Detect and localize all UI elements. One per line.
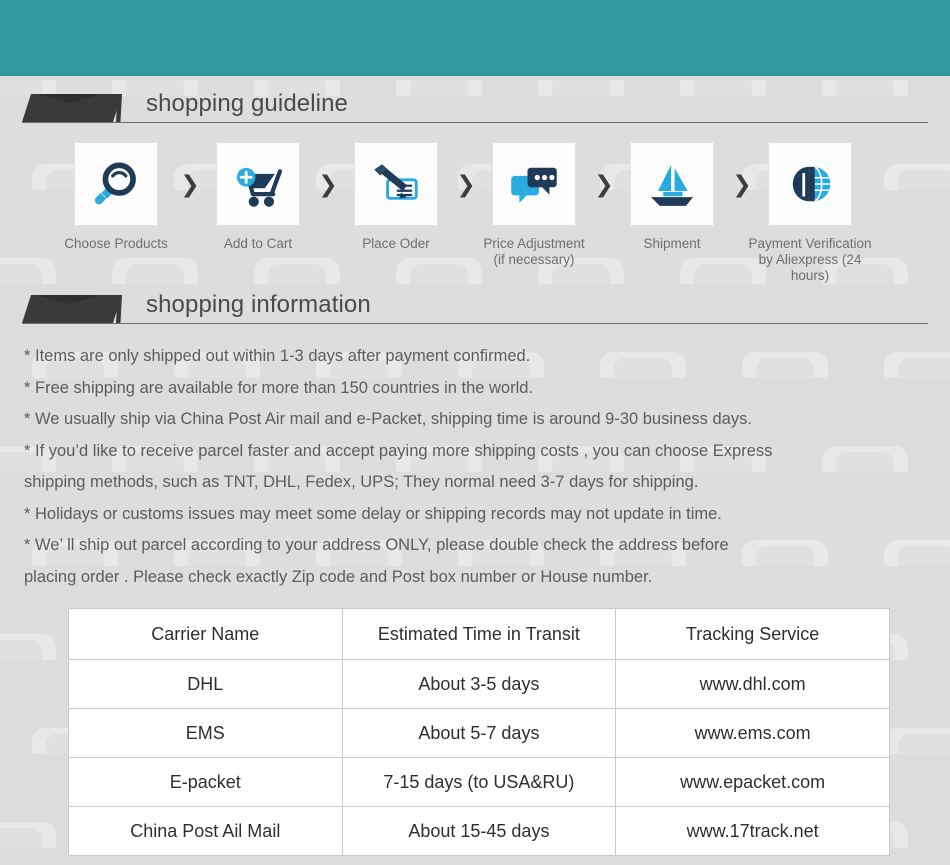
list-item: * Free shipping are available for more t… (24, 378, 534, 397)
section-divider (22, 323, 928, 324)
top-teal-banner (0, 0, 950, 76)
cell-carrier-name: DHL (68, 659, 343, 709)
step-label: Shipment (643, 236, 701, 251)
list-item: * We’ ll ship out parcel according to yo… (24, 536, 729, 586)
magnifier-icon (94, 162, 136, 205)
section-title-information: shopping information (146, 291, 371, 318)
column-header-tracking-service: Tracking Service (615, 608, 890, 660)
carrier-table: Carrier Name Estimated Time in Transit T… (68, 608, 890, 856)
cell-estimated-time: About 5-7 days (341, 708, 617, 758)
step-choose-products[interactable]: Choose Products (46, 143, 186, 252)
sailboat-icon (651, 164, 693, 206)
table-row: DHL About 3-5 days www.dhl.com (68, 659, 890, 709)
table-row: China Post Ail Mail About 15-45 days www… (68, 806, 890, 856)
list-item: * Items are only shipped out within 1-3 … (24, 347, 531, 365)
shopping-steps: Choose Products ❯ Add to Cart ❯ Place Od… (0, 143, 950, 283)
section-divider (22, 122, 928, 123)
cell-tracking-service[interactable]: www.ems.com (615, 708, 890, 758)
watermark-mark (884, 728, 950, 754)
shipping-notes-list: * Items are only shipped out within 1-3 … (24, 341, 929, 593)
step-icon-box (493, 143, 575, 225)
banner-stripes-icon (96, 295, 130, 323)
table-header-row: Carrier Name Estimated Time in Transit T… (68, 608, 890, 660)
cell-estimated-time: About 15-45 days (341, 806, 617, 856)
chat-bubbles-icon (511, 167, 557, 203)
section-title-guideline: shopping guideline (146, 90, 348, 117)
list-item: * If you’d like to receive parcel faster… (24, 441, 773, 492)
step-icon-box (75, 143, 157, 225)
cell-estimated-time: About 3-5 days (341, 659, 617, 709)
column-header-carrier-name: Carrier Name (68, 608, 343, 660)
step-shipment[interactable]: Shipment (602, 143, 742, 252)
cell-tracking-service[interactable]: www.dhl.com (615, 659, 890, 709)
step-price-adjustment[interactable]: Price Adjustment (if necessary) (464, 143, 604, 268)
step-icon-box (631, 143, 713, 225)
column-header-estimated-time: Estimated Time in Transit (341, 608, 617, 660)
pen-check-icon (374, 164, 418, 200)
table-row: EMS About 5-7 days www.ems.com (68, 708, 890, 758)
step-icon-box (355, 143, 437, 225)
watermark-mark (0, 634, 56, 660)
step-icon-box (217, 143, 299, 225)
step-add-to-cart[interactable]: Add to Cart (188, 143, 328, 252)
cell-tracking-service[interactable]: www.17track.net (615, 806, 890, 856)
step-icon-box (769, 143, 851, 225)
step-place-oder[interactable]: Place Oder (326, 143, 466, 252)
cell-estimated-time: 7-15 days (to USA&RU) (341, 757, 617, 807)
cell-carrier-name: E-packet (68, 757, 343, 807)
step-label: Payment Verification by Aliexpress (24 h… (748, 236, 872, 283)
section-header-information: shopping information (0, 291, 950, 335)
step-label: Price Adjustment (if necessary) (483, 236, 585, 267)
step-payment-verification[interactable]: Payment Verification by Aliexpress (24 h… (740, 143, 880, 284)
table-row: E-packet 7-15 days (to USA&RU) www.epack… (68, 757, 890, 807)
step-label: Place Oder (362, 236, 430, 251)
cell-carrier-name: EMS (68, 708, 343, 758)
watermark-mark (0, 822, 56, 848)
cell-carrier-name: China Post Ail Mail (68, 806, 343, 856)
list-item: * We usually ship via China Post Air mai… (24, 410, 752, 428)
dollar-globe-icon (792, 166, 831, 202)
add-to-cart-icon (236, 167, 283, 207)
step-label: Choose Products (64, 236, 168, 251)
banner-stripes-icon (96, 94, 130, 122)
section-header-guideline: shopping guideline (0, 90, 950, 134)
step-label: Add to Cart (223, 236, 293, 251)
list-item: * Holidays or customs issues may meet so… (24, 504, 722, 523)
cell-tracking-service[interactable]: www.epacket.com (615, 757, 890, 807)
